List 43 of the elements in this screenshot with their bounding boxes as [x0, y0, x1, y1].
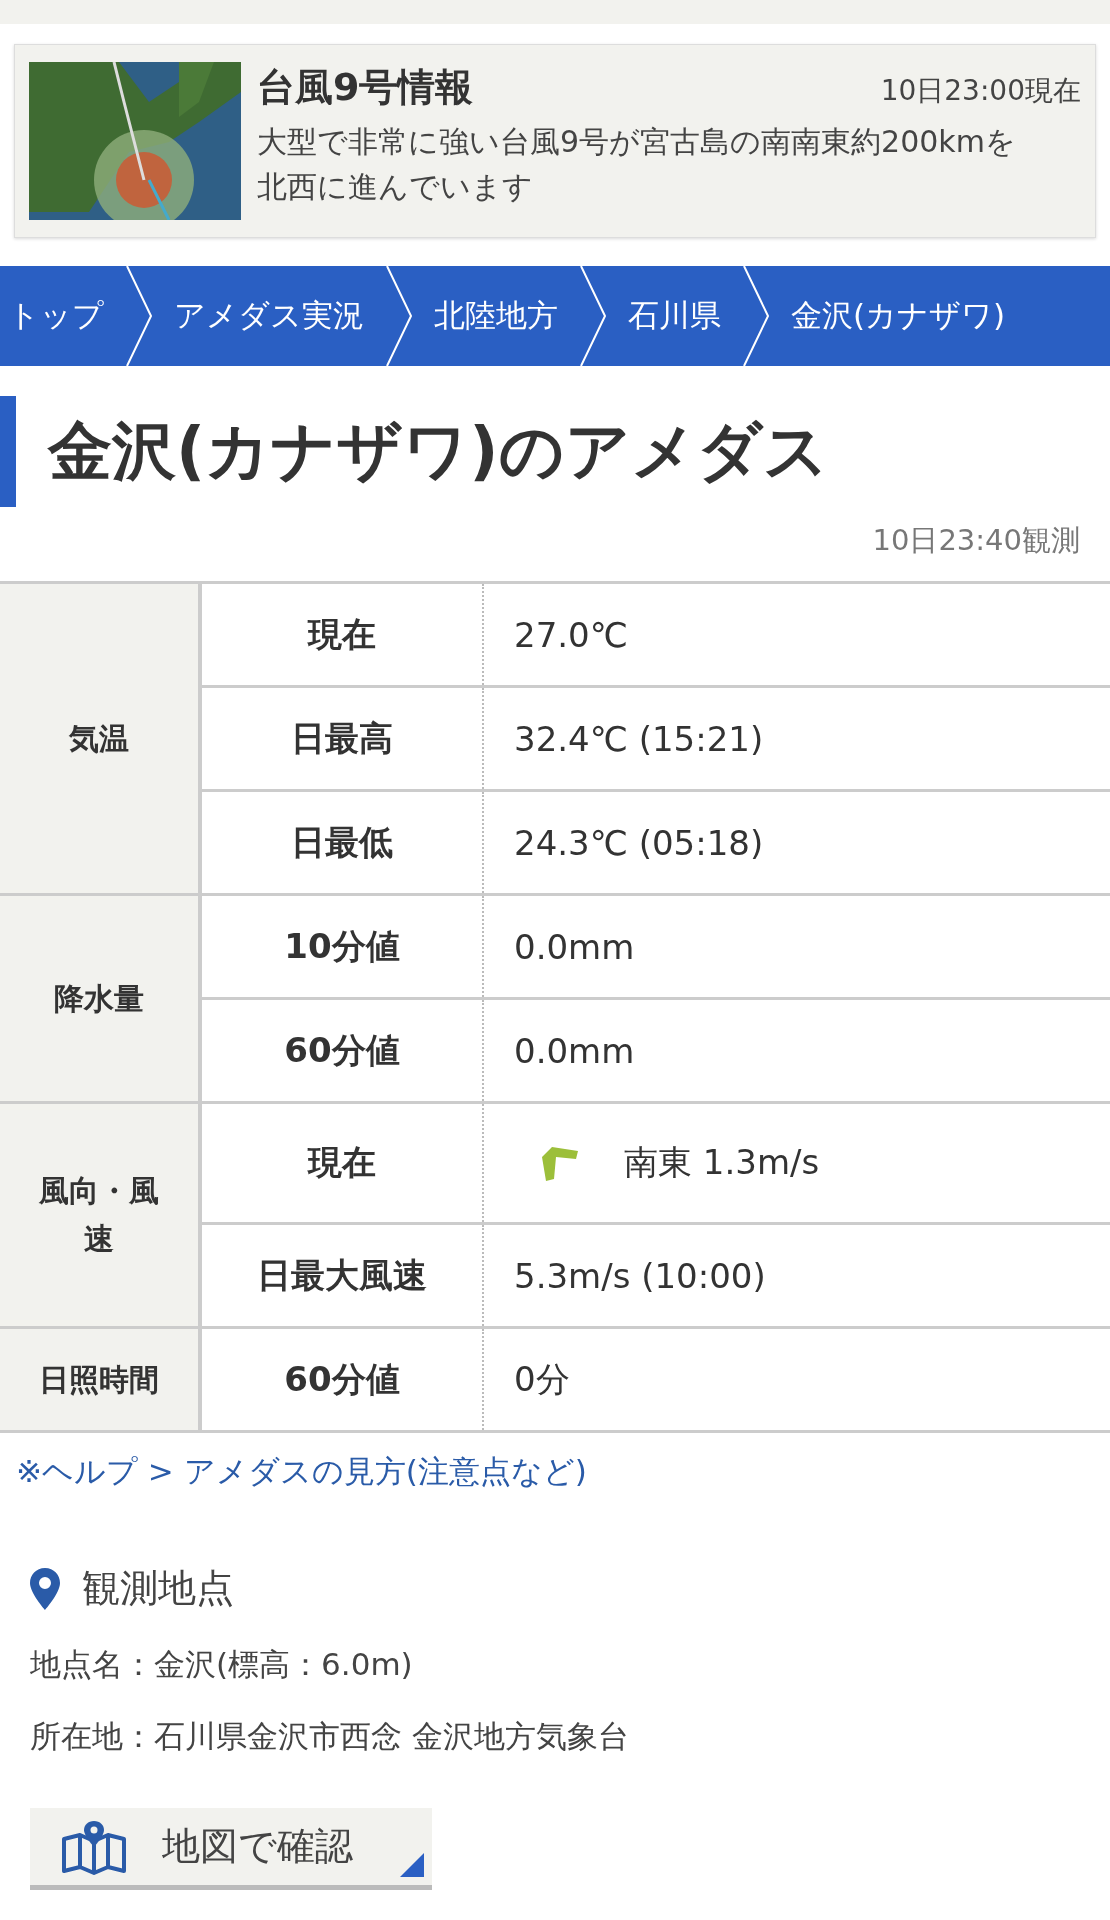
help-link[interactable]: ※ヘルプ > アメダスの見方(注意点など)	[16, 1451, 587, 1493]
chevron-icon	[386, 266, 412, 366]
value-text: 27.0℃	[514, 614, 628, 655]
value-text: 0.0mm	[514, 1030, 635, 1071]
typhoon-summary: 大型で非常に強い台風9号が宮古島の南南東約200kmを北西に進んでいます	[257, 123, 1017, 206]
breadcrumb-link[interactable]: アメダス実況	[152, 266, 386, 366]
row-header: 日最低	[200, 790, 483, 895]
row-group-header: 風向・風速	[0, 1102, 200, 1328]
chevron-icon	[126, 266, 152, 366]
value-text: 24.3℃ (05:18)	[514, 822, 764, 863]
breadcrumb-link[interactable]: 石川県	[606, 266, 743, 366]
value-text: 南東 1.3m/s	[624, 1141, 820, 1184]
row-group-header: 気温	[0, 582, 200, 895]
station-address: 所在地：石川県金沢市西念 金沢地方気象台	[30, 1717, 630, 1756]
location-pin-icon	[30, 1567, 60, 1610]
row-header: 現在	[200, 582, 483, 687]
breadcrumb-link[interactable]: 北陸地方	[412, 266, 580, 366]
breadcrumb-link[interactable]: 金沢(カナザワ)	[769, 266, 1028, 366]
observation-time: 10日23:40観測	[872, 523, 1080, 557]
row-header: 60分値	[200, 998, 483, 1103]
typhoon-title: 台風9号情報	[257, 64, 474, 111]
map-button[interactable]: 地図で確認	[30, 1808, 432, 1890]
station-name: 地点名：金沢(標高：6.0m)	[30, 1645, 414, 1684]
corner-triangle-icon	[400, 1853, 424, 1877]
section-title: 観測地点	[82, 1565, 234, 1612]
row-header: 60分値	[200, 1327, 483, 1432]
row-header: 現在	[200, 1102, 483, 1224]
row-header: 日最高	[200, 686, 483, 791]
row-header: 日最大風速	[200, 1223, 483, 1328]
value-text: 0分	[514, 1358, 570, 1399]
value-text: 0.0mm	[514, 926, 635, 967]
value-text: 5.3m/s (10:00)	[514, 1255, 766, 1296]
typhoon-time: 10日23:00現在	[880, 73, 1081, 109]
typhoon-card[interactable]: 台風9号情報 10日23:00現在 大型で非常に強い台風9号が宮古島の南南東約200kmを北西に進んでいます	[14, 44, 1096, 238]
breadcrumb-link[interactable]: トップ	[0, 266, 126, 366]
map-icon	[60, 1818, 128, 1875]
page-title: 金沢(カナザワ)のアメダス	[0, 396, 1110, 507]
chevron-icon	[743, 266, 769, 366]
row-group-header: 日照時間	[0, 1327, 200, 1432]
value-text: 32.4℃ (15:21)	[514, 718, 764, 759]
chevron-icon	[580, 266, 606, 366]
row-group-header: 降水量	[0, 894, 200, 1103]
row-header: 10分値	[200, 894, 483, 999]
